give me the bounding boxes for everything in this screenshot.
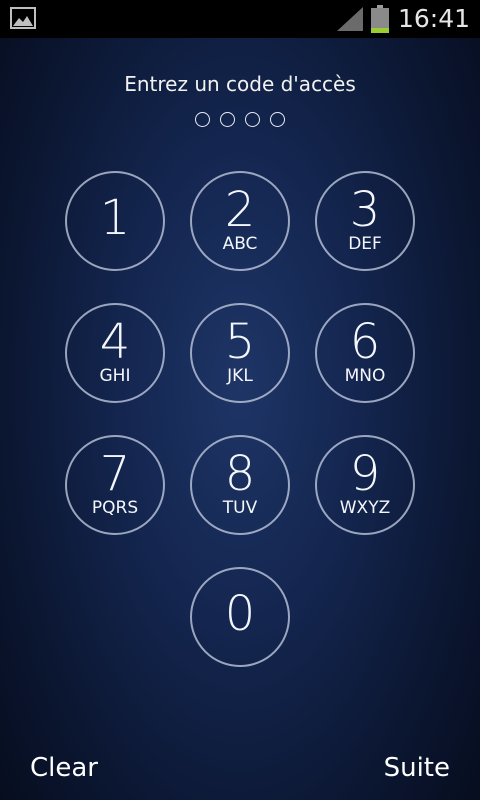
key-digit: 6 [349,314,381,370]
passcode-prompt: Entrez un code d'accès [124,72,356,96]
key-digit: 0 [224,586,256,642]
key-letters: JKL [227,366,253,386]
passcode-dot [270,112,285,127]
key-digit: 7 [99,446,131,502]
key-7[interactable]: 7 PQRS [65,435,165,535]
passcode-dot [220,112,235,127]
battery-icon [371,5,389,33]
key-digit: 8 [224,446,256,502]
key-letters: DEF [348,234,382,254]
passcode-dot [195,112,210,127]
key-2[interactable]: 2 ABC [190,171,290,271]
status-clock: 16:41 [397,4,470,33]
key-5[interactable]: 5 JKL [190,303,290,403]
key-0[interactable]: 0 [190,567,290,667]
key-letters: TUV [222,498,258,518]
key-letters: GHI [99,366,131,386]
signal-icon [337,7,363,31]
passcode-dot [245,112,260,127]
key-letters: MNO [344,366,386,386]
key-letters: WXYZ [339,498,391,518]
key-6[interactable]: 6 MNO [315,303,415,403]
key-digit: 9 [349,446,381,502]
lock-screen: 16:41 Entrez un code d'accès 1 2 ABC 3 D… [0,0,480,800]
key-letters: PQRS [91,498,139,518]
key-4[interactable]: 4 GHI [65,303,165,403]
key-digit: 3 [349,182,381,238]
key-1[interactable]: 1 [65,171,165,271]
key-3[interactable]: 3 DEF [315,171,415,271]
key-digit: 4 [99,314,131,370]
key-digit: 2 [224,182,256,238]
key-8[interactable]: 8 TUV [190,435,290,535]
clear-button[interactable]: Clear [30,750,98,786]
key-digit: 1 [99,190,131,246]
key-digit: 5 [224,314,256,370]
next-button[interactable]: Suite [384,750,450,786]
key-9[interactable]: 9 WXYZ [315,435,415,535]
gallery-icon [10,7,36,29]
key-letters: ABC [222,234,258,254]
passcode-dots [0,112,480,132]
status-bar: 16:41 [0,0,480,38]
